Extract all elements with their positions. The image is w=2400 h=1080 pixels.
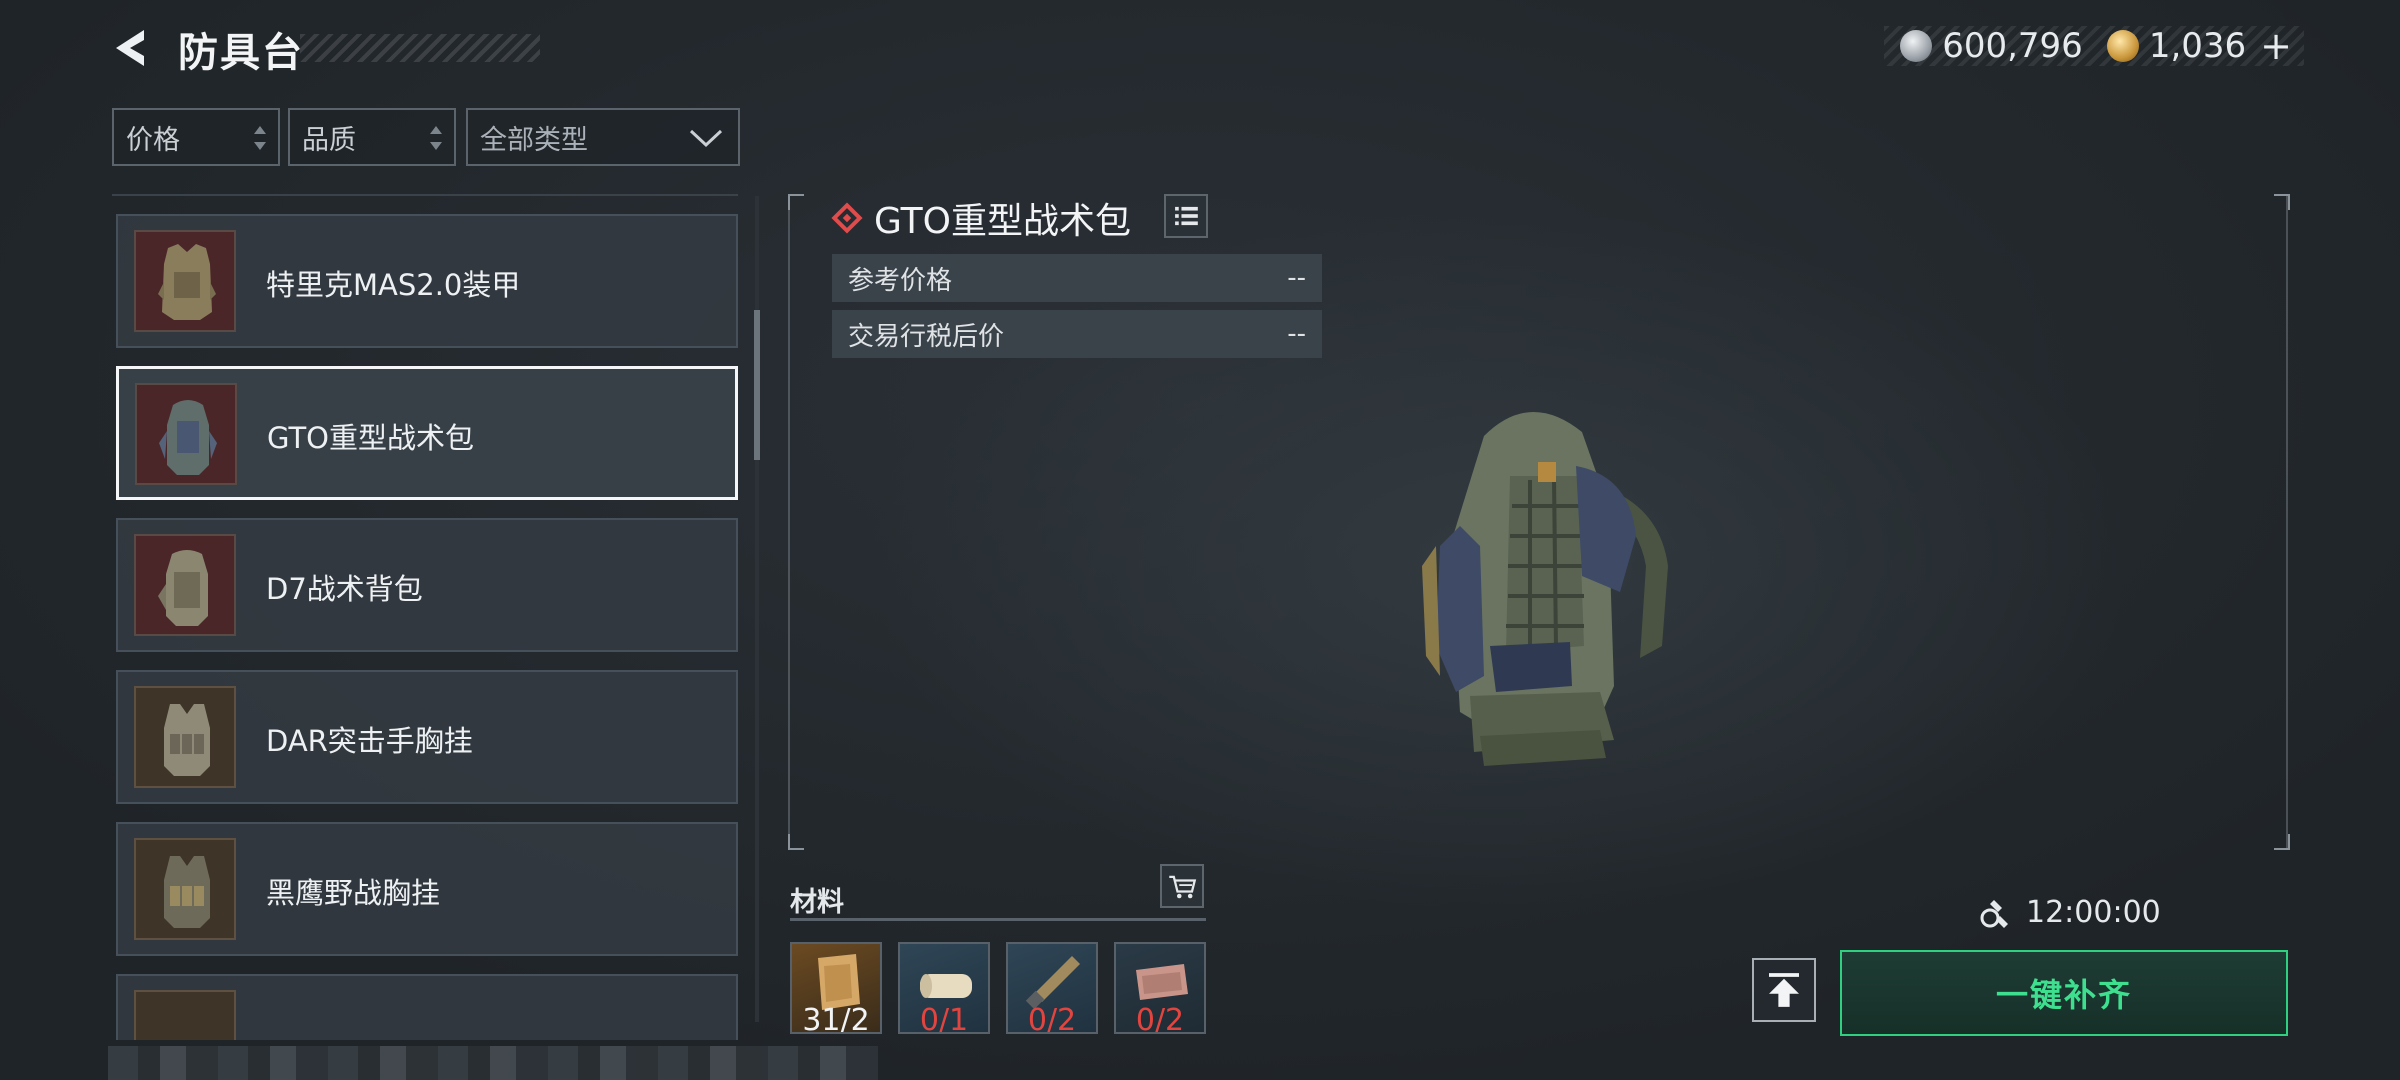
after-tax-price-value: --	[1287, 319, 1306, 349]
price-sort-label: 价格	[126, 124, 180, 156]
price-sort-filter[interactable]: 价格	[112, 108, 280, 166]
reference-price-value: --	[1287, 263, 1306, 293]
list-item-selected[interactable]: GTO重型战术包	[116, 366, 738, 500]
reference-price-row: 参考价格 --	[832, 254, 1322, 302]
material-slot[interactable]: 0/2	[1006, 942, 1098, 1034]
frame-corner	[788, 834, 804, 850]
backpack-icon	[159, 400, 217, 475]
item-name: 黑鹰野战胸挂	[266, 876, 441, 910]
sort-arrows-icon	[254, 126, 266, 150]
material-slot[interactable]: 0/2	[1114, 942, 1206, 1034]
type-dropdown-label: 全部类型	[480, 124, 588, 156]
silver-amount: 600,796	[1942, 26, 2083, 66]
detail-title: GTO重型战术包	[874, 201, 1131, 242]
details-list-icon[interactable]	[1164, 194, 1208, 238]
list-item[interactable]: 黑鹰野战胸挂	[116, 822, 738, 956]
roll-icon	[920, 974, 972, 998]
quality-sort-label: 品质	[302, 124, 356, 156]
list-divider	[112, 194, 738, 196]
chest-rig-icon	[164, 704, 210, 776]
item-list[interactable]: 特里克MAS2.0装甲 GTO重型战术包 D7战术背包 DAR突击手胸挂 黑鹰野…	[112, 210, 742, 1040]
top-arrow-icon[interactable]	[1752, 958, 1816, 1022]
item-thumbnail	[134, 534, 236, 636]
frame-corner	[788, 194, 804, 210]
item-thumbnail	[134, 686, 236, 788]
item-thumbnail	[134, 990, 236, 1040]
type-dropdown[interactable]: 全部类型	[466, 108, 740, 166]
blurred-overlay	[108, 1046, 878, 1080]
list-item-partial[interactable]	[116, 974, 738, 1040]
item-name: 特里克MAS2.0装甲	[266, 268, 521, 302]
list-item[interactable]: D7战术背包	[116, 518, 738, 652]
chevron-down-icon	[689, 129, 723, 148]
pad-icon	[1136, 964, 1188, 1000]
materials-label: 材料	[790, 887, 844, 918]
frame-left-edge	[788, 194, 790, 848]
list-scrollbar-thumb[interactable]	[754, 310, 760, 460]
armor-icon	[158, 244, 216, 320]
material-slot[interactable]: 0/1	[898, 942, 990, 1034]
item-thumbnail	[134, 838, 236, 940]
item-thumbnail	[135, 383, 237, 485]
title-decoration	[300, 34, 540, 62]
material-count: 31/2	[802, 1003, 870, 1034]
list-item[interactable]: 特里克MAS2.0装甲	[116, 214, 738, 348]
silver-coin-icon	[1900, 30, 1933, 62]
after-tax-price-row: 交易行税后价 --	[832, 310, 1322, 358]
gold-coin-icon	[2106, 30, 2139, 62]
material-count: 0/2	[1027, 1003, 1077, 1034]
rarity-diamond-icon	[831, 202, 863, 234]
chest-rig-icon	[164, 856, 210, 928]
reference-price-label: 参考价格	[848, 265, 953, 296]
page-title: 防具台	[178, 30, 304, 76]
craft-timer: 12:00:00	[1976, 894, 2161, 930]
item-thumbnail	[134, 230, 236, 332]
after-tax-price-label: 交易行税后价	[848, 321, 1005, 352]
gold-amount: 1,036	[2148, 26, 2247, 66]
craft-time-icon	[1980, 900, 2008, 928]
item-name: GTO重型战术包	[267, 421, 474, 455]
backpack-icon	[158, 550, 208, 626]
backpack-model-image	[1422, 411, 1668, 766]
currency-bar: 600,796 1,036 +	[1884, 24, 2304, 68]
list-item[interactable]: DAR突击手胸挂	[116, 670, 738, 804]
material-count: 0/2	[1135, 1003, 1185, 1034]
cart-icon[interactable]	[1160, 864, 1204, 908]
sort-arrows-icon	[430, 126, 442, 150]
materials-divider	[790, 918, 1206, 921]
add-currency-button[interactable]: +	[2260, 24, 2292, 68]
item-name: D7战术背包	[266, 572, 423, 606]
craft-time-value: 12:00:00	[2026, 894, 2161, 930]
item-name: DAR突击手胸挂	[266, 724, 473, 758]
auto-refill-label: 一键补齐	[1995, 976, 2132, 1014]
detail-header: GTO重型战术包	[831, 192, 1131, 244]
material-count: 0/1	[919, 1003, 969, 1034]
auto-refill-button[interactable]: 一键补齐	[1840, 950, 2288, 1036]
quality-sort-filter[interactable]: 品质	[288, 108, 456, 166]
frame-right-edge	[2286, 194, 2288, 848]
material-slot[interactable]: 31/2	[790, 942, 882, 1034]
back-arrow-icon[interactable]	[110, 26, 154, 70]
